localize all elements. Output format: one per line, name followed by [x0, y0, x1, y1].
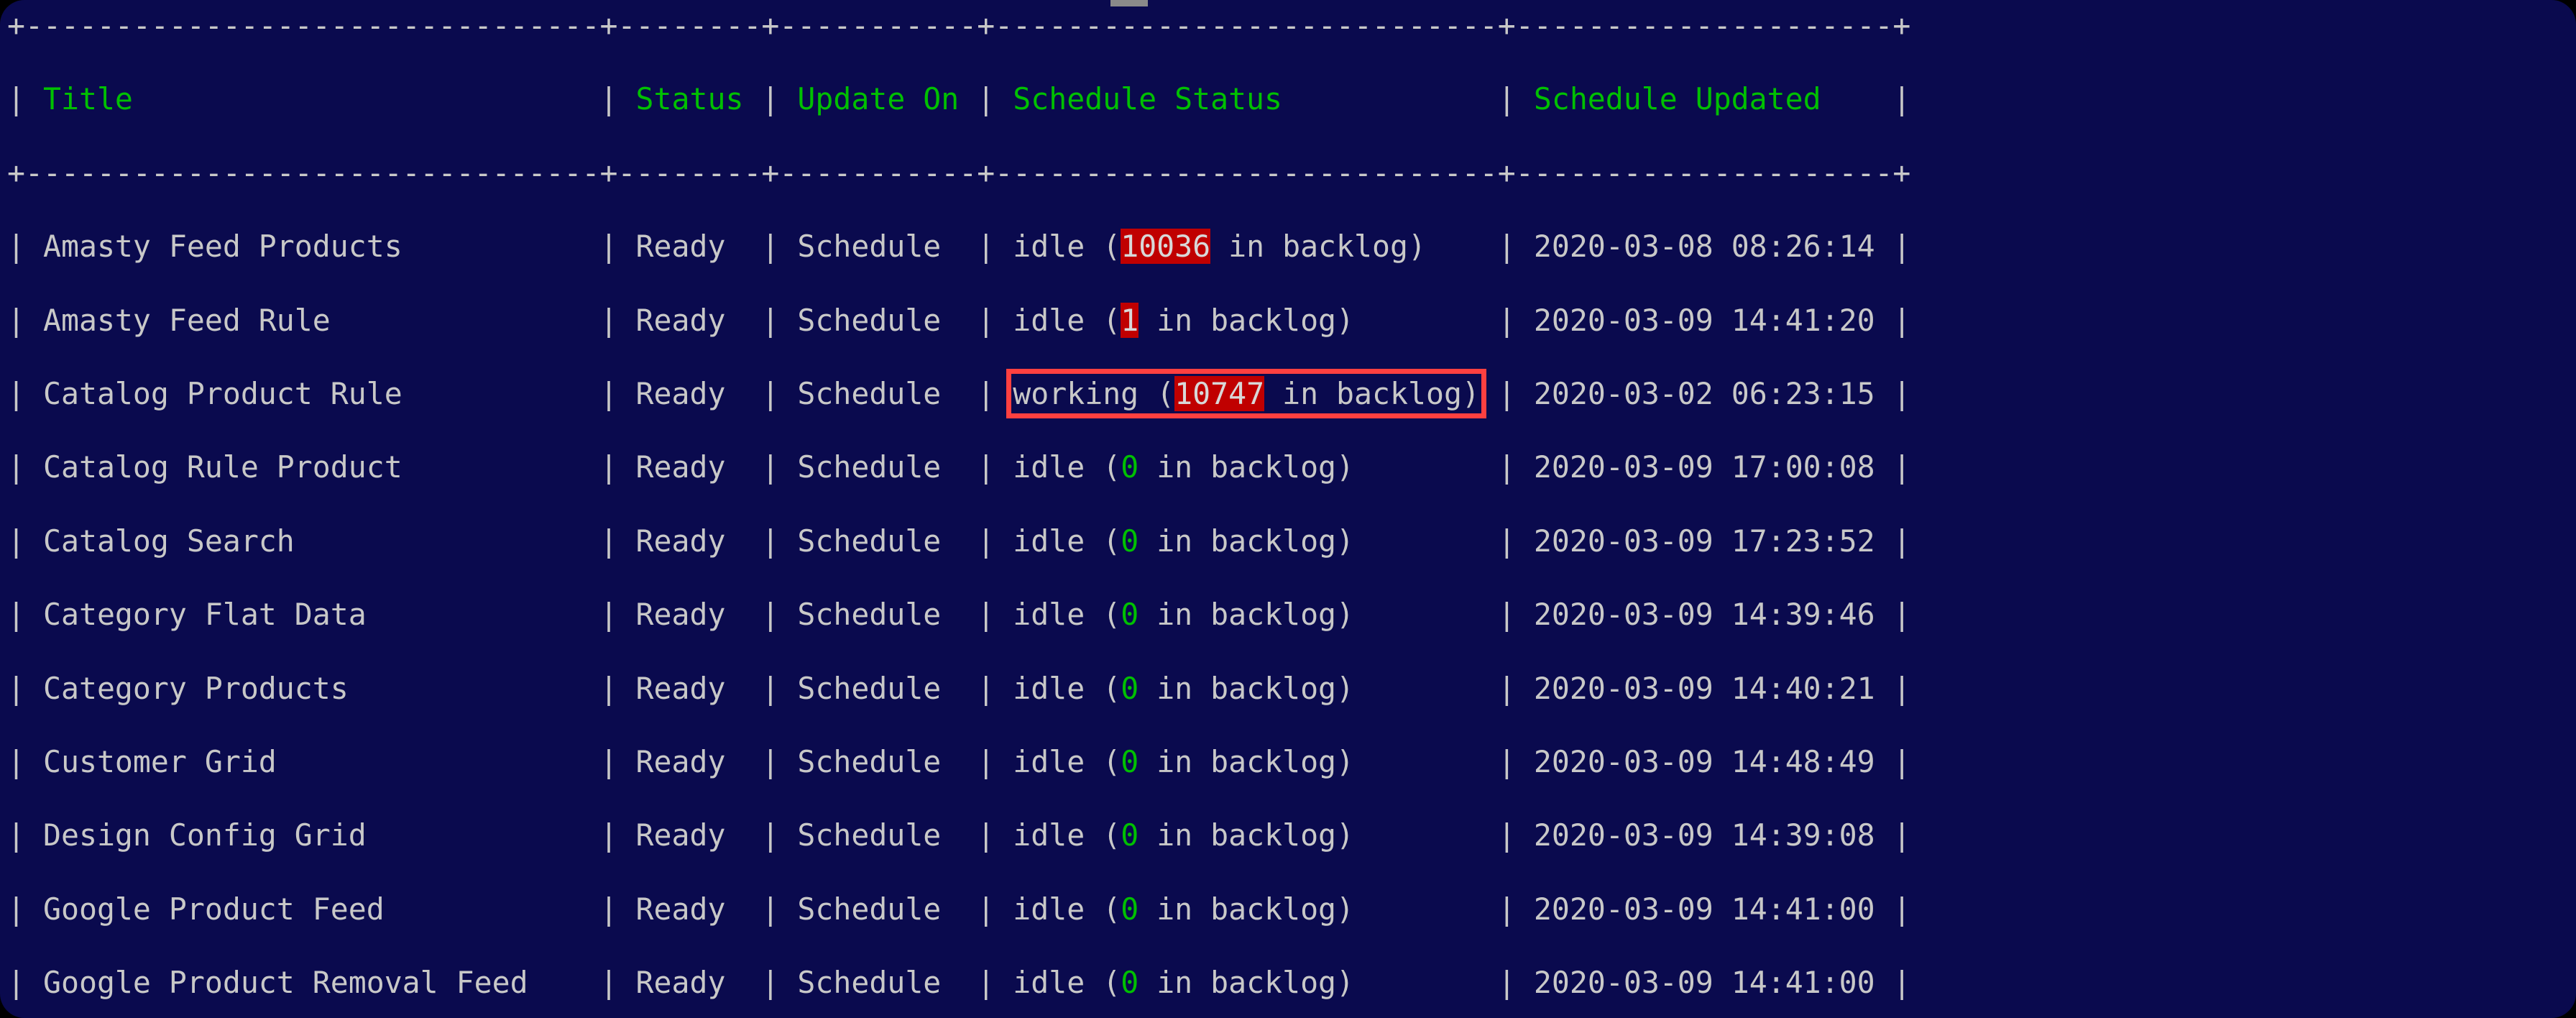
backlog-count: 0 — [1121, 449, 1139, 485]
cell-title: Amasty Feed Products — [25, 229, 600, 265]
cell-schedule-updated: 2020-03-02 06:23:15 — [1515, 375, 1893, 411]
column-header-title[interactable]: Title — [25, 81, 600, 116]
cell-status: Ready — [617, 817, 762, 853]
cell-update-on: Schedule — [779, 965, 978, 1001]
backlog-count: 10747 — [1174, 375, 1265, 411]
backlog-count: 0 — [1121, 817, 1139, 853]
table-row: | Category Flat Data | Ready | Schedule … — [7, 597, 1911, 633]
cell-schedule-status: idle (0 in backlog) — [1013, 817, 1355, 853]
cell-schedule-updated: 2020-03-09 14:48:49 — [1515, 743, 1893, 779]
cell-schedule-updated: 2020-03-09 14:41:00 — [1515, 965, 1893, 1001]
cell-schedule-updated: 2020-03-09 14:39:08 — [1515, 817, 1893, 853]
table-row: | Google Product Feed | Ready | Schedule… — [7, 891, 1911, 927]
table-border-row: +--------------------------------+------… — [7, 7, 2576, 44]
cell-status: Ready — [617, 229, 762, 265]
cell-schedule-updated: 2020-03-09 17:23:52 — [1515, 523, 1893, 559]
backlog-count: 0 — [1121, 670, 1139, 706]
table-row: | Catalog Rule Product | Ready | Schedul… — [7, 449, 1911, 485]
table-border-header: +--------------------------------+------… — [7, 155, 1911, 191]
cell-title: Catalog Product Rule — [25, 375, 600, 411]
cell-status: Ready — [617, 965, 762, 1001]
backlog-count: 0 — [1121, 891, 1139, 927]
backlog-count: 0 — [1121, 743, 1139, 779]
table-border-row: +--------------------------------+------… — [7, 155, 2576, 191]
cell-update-on: Schedule — [779, 523, 978, 559]
backlog-count: 10036 — [1121, 229, 1211, 265]
table-row: | Amasty Feed Products | Ready | Schedul… — [7, 229, 1911, 265]
cell-schedule-status: idle (0 in backlog) — [1013, 597, 1355, 633]
terminal-window: +--------------------------------+------… — [0, 0, 2576, 1018]
column-header-update_on[interactable]: Update On — [779, 81, 977, 116]
cell-schedule-status: idle (0 in backlog) — [1013, 965, 1355, 1001]
cell-title: Catalog Search — [25, 523, 600, 559]
cell-status: Ready — [617, 302, 762, 338]
cell-schedule-status: working (10747 in backlog) — [995, 368, 1498, 419]
cell-title: Google Product Feed — [25, 891, 600, 927]
cell-status: Ready — [617, 523, 762, 559]
column-header-schedule_updated[interactable]: Schedule Updated — [1516, 81, 1893, 116]
column-header-schedule_status[interactable]: Schedule Status — [995, 81, 1498, 116]
cell-status: Ready — [617, 743, 762, 779]
table-row: | Design Config Grid | Ready | Schedule … — [7, 817, 1911, 853]
cell-status: Ready — [617, 891, 762, 927]
table-row: | Catalog Product Rule | Ready | Schedul… — [7, 368, 1911, 419]
column-header-status[interactable]: Status — [618, 81, 762, 116]
cell-title: Category Products — [25, 670, 600, 706]
cell-schedule-status: idle (0 in backlog) — [1013, 743, 1355, 779]
cell-title: Google Product Removal Feed — [25, 965, 600, 1001]
table-row: | Category Products | Ready | Schedule |… — [7, 670, 1911, 706]
terminal-cursor — [1110, 0, 1148, 6]
cell-title: Amasty Feed Rule — [25, 302, 600, 338]
cell-schedule-updated: 2020-03-09 17:00:08 — [1515, 449, 1893, 485]
table-row: | Customer Grid | Ready | Schedule | idl… — [7, 743, 1911, 779]
backlog-count: 0 — [1121, 597, 1139, 633]
cell-schedule-status: idle (1 in backlog) — [1013, 302, 1355, 338]
cell-schedule-status: idle (0 in backlog) — [1013, 449, 1355, 485]
backlog-count: 0 — [1121, 523, 1139, 559]
cell-title: Design Config Grid — [25, 817, 600, 853]
cell-schedule-status: idle (10036 in backlog) — [1013, 229, 1426, 265]
table-border-top: +--------------------------------+------… — [7, 8, 1911, 43]
cell-update-on: Schedule — [779, 302, 978, 338]
cell-schedule-updated: 2020-03-09 14:41:00 — [1515, 891, 1893, 927]
cell-status: Ready — [617, 670, 762, 706]
cell-title: Category Flat Data — [25, 597, 600, 633]
cell-update-on: Schedule — [779, 375, 978, 411]
backlog-count: 0 — [1121, 965, 1139, 1001]
cell-status: Ready — [617, 597, 762, 633]
cell-schedule-status: idle (0 in backlog) — [1013, 523, 1355, 559]
backlog-count: 1 — [1121, 302, 1139, 338]
cell-title: Customer Grid — [25, 743, 600, 779]
highlight-box: working (10747 in backlog) — [1006, 368, 1486, 419]
cell-status: Ready — [617, 449, 762, 485]
cell-schedule-status: idle (0 in backlog) — [1013, 670, 1355, 706]
cell-schedule-updated: 2020-03-09 14:41:20 — [1515, 302, 1893, 338]
cell-status: Ready — [617, 375, 762, 411]
indexer-status-table: +--------------------------------+------… — [0, 7, 2576, 1018]
cell-update-on: Schedule — [779, 743, 978, 779]
table-header-row: | Title | Status | Update On | Schedule … — [7, 81, 1911, 117]
cell-schedule-status: idle (0 in backlog) — [1013, 891, 1355, 927]
cell-update-on: Schedule — [779, 817, 978, 853]
cell-update-on: Schedule — [779, 229, 978, 265]
cell-title: Catalog Rule Product — [25, 449, 600, 485]
cell-update-on: Schedule — [779, 891, 978, 927]
cell-update-on: Schedule — [779, 449, 978, 485]
cell-schedule-updated: 2020-03-09 14:40:21 — [1515, 670, 1893, 706]
cell-update-on: Schedule — [779, 670, 978, 706]
table-row: | Catalog Search | Ready | Schedule | id… — [7, 523, 1911, 559]
cell-schedule-updated: 2020-03-08 08:26:14 — [1515, 229, 1893, 265]
table-row: | Amasty Feed Rule | Ready | Schedule | … — [7, 302, 1911, 338]
cell-update-on: Schedule — [779, 597, 978, 633]
table-row: | Google Product Removal Feed | Ready | … — [7, 965, 1911, 1001]
cell-schedule-updated: 2020-03-09 14:39:46 — [1515, 597, 1893, 633]
